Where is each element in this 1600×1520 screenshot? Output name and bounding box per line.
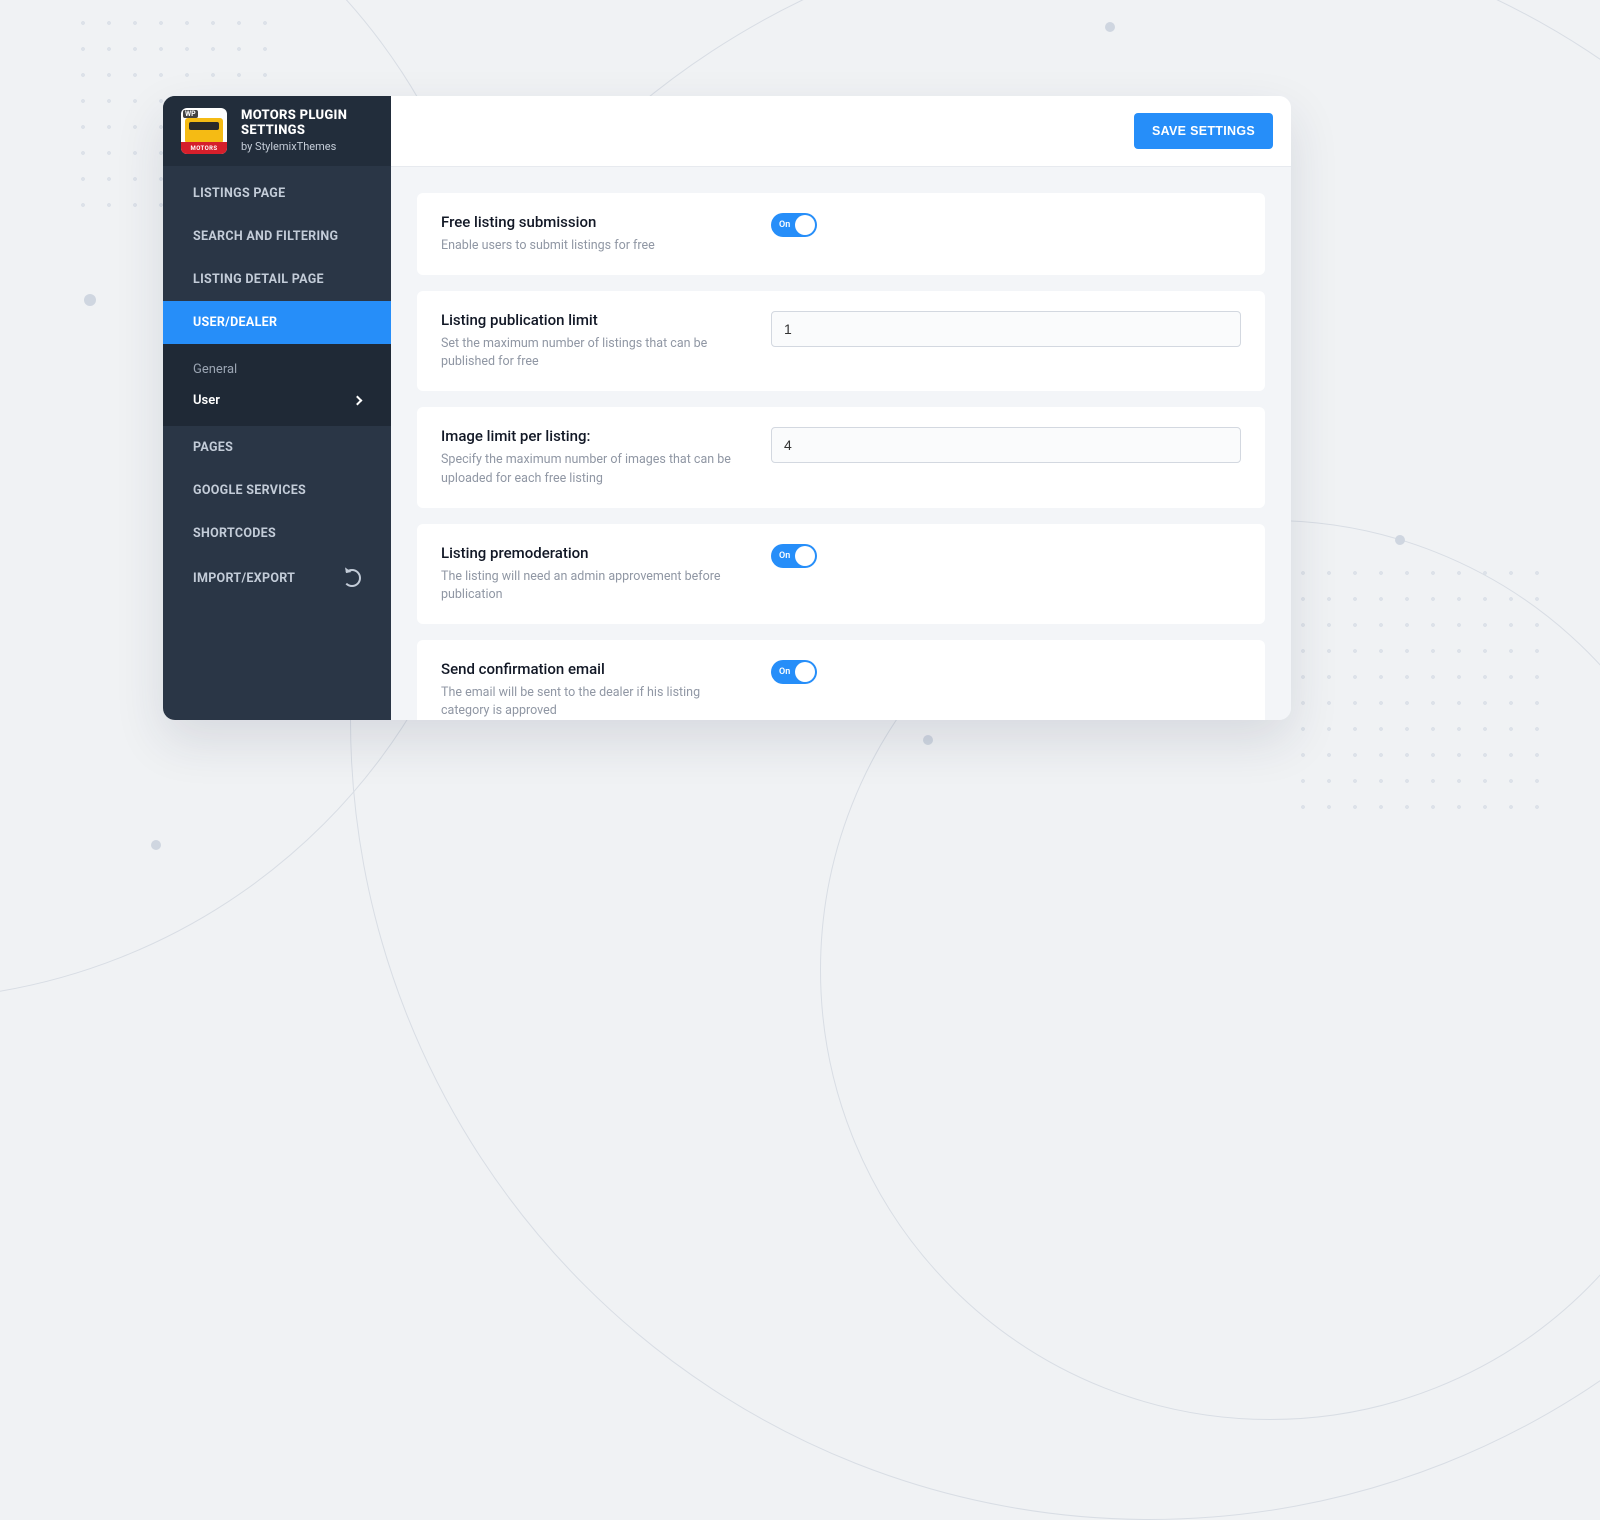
setting-desc: Set the maximum number of listings that …	[441, 335, 731, 371]
setting-desc: Specify the maximum number of images tha…	[441, 451, 731, 487]
sidebar-subnav: General User	[163, 344, 391, 426]
subnav-item-label: User	[193, 393, 220, 408]
save-settings-button[interactable]: SAVE SETTINGS	[1134, 113, 1273, 149]
image-limit-input[interactable]	[771, 427, 1241, 463]
app-subtitle: by StylemixThemes	[241, 140, 347, 153]
refresh-icon	[343, 569, 361, 587]
toggle-state-label: On	[779, 551, 790, 561]
sidebar-item-user-dealer[interactable]: USER/DEALER	[163, 301, 391, 344]
setting-image-limit: Image limit per listing: Specify the max…	[417, 407, 1265, 507]
sidebar-item-listings-page[interactable]: LISTINGS PAGE	[163, 172, 391, 215]
setting-premoderation: Listing premoderation The listing will n…	[417, 524, 1265, 624]
toggle-state-label: On	[779, 220, 790, 230]
settings-window: WP MOTORS MOTORS PLUGIN SETTINGS by Styl…	[163, 96, 1291, 720]
sidebar-item-label: GOOGLE SERVICES	[193, 483, 306, 498]
subnav-item-user[interactable]: User	[163, 385, 391, 416]
main-panel: SAVE SETTINGS Free listing submission En…	[391, 96, 1291, 720]
subnav-item-label: General	[193, 362, 237, 377]
free-listing-toggle[interactable]: On	[771, 213, 817, 237]
premoderation-toggle[interactable]: On	[771, 544, 817, 568]
setting-free-listing: Free listing submission Enable users to …	[417, 193, 1265, 275]
sidebar-item-pages[interactable]: PAGES	[163, 426, 391, 469]
subnav-item-general[interactable]: General	[163, 354, 391, 385]
topbar: SAVE SETTINGS	[391, 96, 1291, 167]
setting-title: Listing premoderation	[441, 544, 731, 562]
sidebar-header: WP MOTORS MOTORS PLUGIN SETTINGS by Styl…	[163, 96, 391, 166]
sidebar-item-label: PAGES	[193, 440, 233, 455]
logo-badge: MOTORS	[191, 145, 218, 152]
sidebar: WP MOTORS MOTORS PLUGIN SETTINGS by Styl…	[163, 96, 391, 720]
sidebar-item-import-export[interactable]: IMPORT/EXPORT	[163, 555, 391, 601]
sidebar-item-listing-detail[interactable]: LISTING DETAIL PAGE	[163, 258, 391, 301]
sidebar-item-label: SEARCH AND FILTERING	[193, 229, 338, 244]
setting-title: Listing publication limit	[441, 311, 731, 329]
sidebar-item-search-filtering[interactable]: SEARCH AND FILTERING	[163, 215, 391, 258]
sidebar-item-shortcodes[interactable]: SHORTCODES	[163, 512, 391, 555]
sidebar-item-label: USER/DEALER	[193, 315, 277, 330]
app-title-line1: MOTORS PLUGIN	[241, 108, 347, 123]
sidebar-item-label: SHORTCODES	[193, 526, 276, 541]
setting-confirmation-email: Send confirmation email The email will b…	[417, 640, 1265, 720]
publication-limit-input[interactable]	[771, 311, 1241, 347]
sidebar-item-label: LISTINGS PAGE	[193, 186, 285, 201]
sidebar-item-label: LISTING DETAIL PAGE	[193, 272, 324, 287]
setting-desc: The listing will need an admin approveme…	[441, 568, 731, 604]
setting-title: Image limit per listing:	[441, 427, 731, 445]
app-logo: WP MOTORS	[181, 108, 227, 154]
sidebar-item-label: IMPORT/EXPORT	[193, 571, 295, 586]
settings-content: Free listing submission Enable users to …	[391, 167, 1291, 720]
toggle-state-label: On	[779, 667, 790, 677]
setting-desc: Enable users to submit listings for free	[441, 237, 731, 255]
setting-publication-limit: Listing publication limit Set the maximu…	[417, 291, 1265, 391]
setting-desc: The email will be sent to the dealer if …	[441, 684, 731, 720]
chevron-right-icon	[353, 396, 363, 406]
sidebar-nav: LISTINGS PAGE SEARCH AND FILTERING LISTI…	[163, 166, 391, 601]
setting-title: Free listing submission	[441, 213, 731, 231]
setting-title: Send confirmation email	[441, 660, 731, 678]
sidebar-item-google-services[interactable]: GOOGLE SERVICES	[163, 469, 391, 512]
app-title-line2: SETTINGS	[241, 123, 305, 138]
confirmation-email-toggle[interactable]: On	[771, 660, 817, 684]
